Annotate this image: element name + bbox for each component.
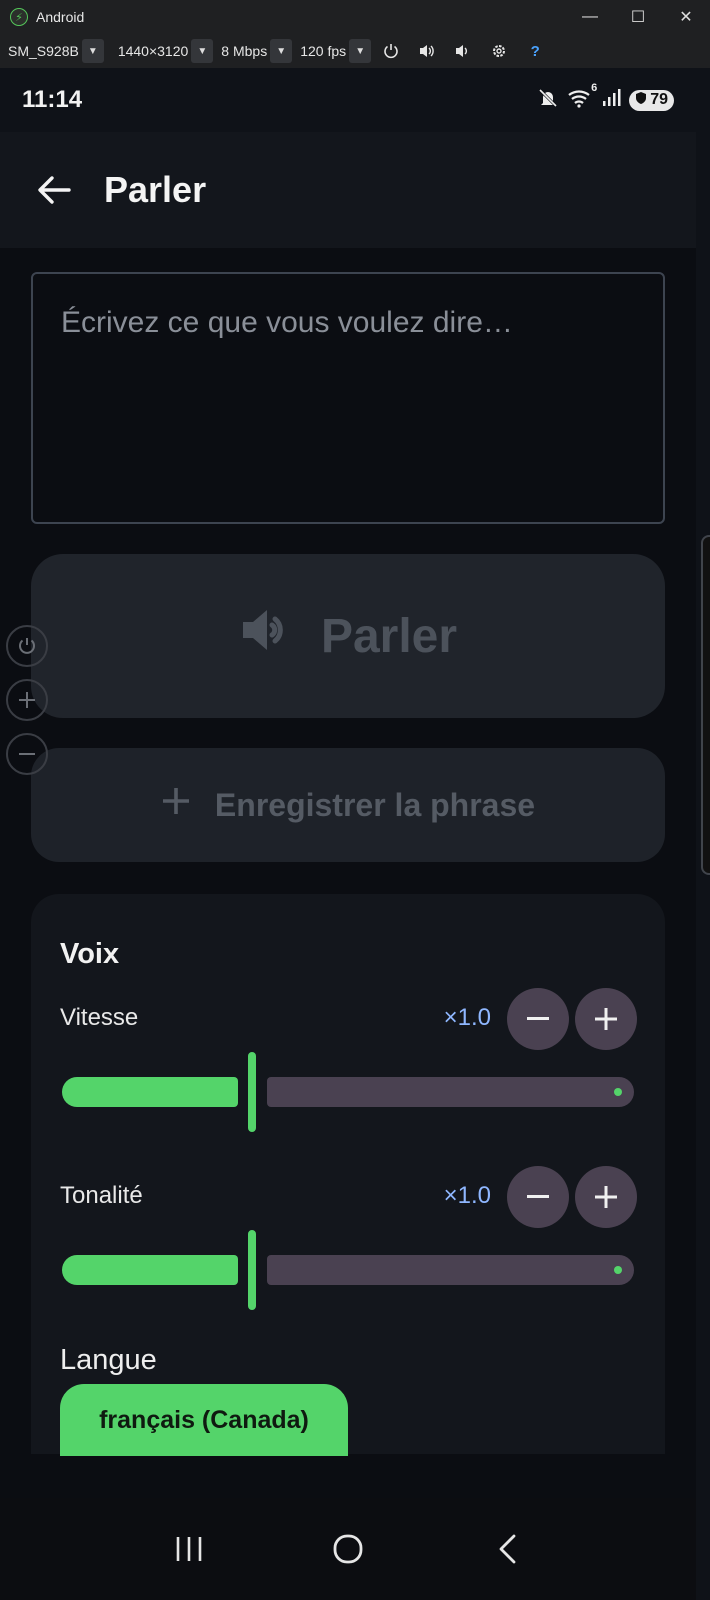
speed-increase-button[interactable] [575, 988, 637, 1050]
voice-settings-card: Voix Vitesse ×1.0 Tonalité ×1.0 Langue f… [31, 894, 665, 1456]
mirror-toolbar: SM_S928B ▼ 1440×3120 ▼ 8 Mbps ▼ 120 fps … [0, 34, 710, 68]
chevron-down-icon[interactable]: ▼ [191, 39, 214, 63]
page-title: Parler [104, 169, 207, 210]
pitch-value: ×1.0 [443, 1182, 491, 1209]
maximize-button[interactable]: ☐ [614, 0, 662, 34]
pitch-slider-fill [62, 1255, 238, 1285]
gear-icon[interactable] [483, 34, 515, 68]
pitch-slider-end-dot [614, 1266, 622, 1274]
fps-value: 120 fps [300, 43, 347, 59]
pitch-decrease-button[interactable] [507, 1166, 569, 1228]
language-chip-selected[interactable]: français (Canada) [60, 1384, 348, 1456]
status-time: 11:14 [22, 86, 83, 113]
system-back-icon[interactable] [477, 1519, 537, 1579]
edge-panel-handle[interactable] [701, 535, 710, 875]
save-phrase-label: Enregistrer la phrase [214, 786, 536, 823]
battery-badge: 79 [629, 89, 674, 111]
back-arrow-icon[interactable] [36, 172, 72, 208]
pitch-slider-thumb[interactable] [248, 1230, 256, 1310]
fps-select[interactable]: 120 fps ▼ [300, 39, 372, 63]
speaker-icon [239, 605, 295, 667]
chevron-down-icon[interactable]: ▼ [270, 39, 293, 63]
chevron-down-icon[interactable]: ▼ [349, 39, 372, 63]
language-label: Langue [60, 1344, 157, 1376]
phone-screen: 11:14 6 79 Parler Écrivez ce que vous vo… [0, 68, 710, 1600]
speed-slider-fill [62, 1077, 238, 1107]
mute-icon [537, 87, 559, 114]
plus-icon [161, 786, 191, 824]
zoom-out-icon[interactable] [6, 733, 48, 775]
speed-slider[interactable] [62, 1052, 634, 1132]
close-window-button[interactable]: ✕ [662, 0, 710, 34]
window-title-bar: ⚡ Android — ☐ ✕ [0, 0, 710, 34]
volume-down-icon[interactable] [447, 34, 479, 68]
recent-apps-icon[interactable] [159, 1519, 219, 1579]
window-title: Android [36, 9, 85, 25]
speed-label: Vitesse [60, 1004, 139, 1031]
speak-content: Parler Enregistrer la phrase Voix Vitess… [0, 248, 696, 1498]
app-bar: Parler [0, 132, 696, 248]
wifi-icon: 6 [567, 82, 597, 113]
pitch-increase-button[interactable] [575, 1166, 637, 1228]
battery-level: 79 [650, 91, 668, 108]
speed-slider-track[interactable] [267, 1077, 634, 1107]
shield-icon [635, 91, 647, 110]
power-icon[interactable] [6, 625, 48, 667]
help-icon[interactable]: ? [519, 34, 551, 68]
device-select[interactable]: SM_S928B ▼ [8, 39, 104, 63]
power-icon[interactable] [375, 34, 407, 68]
chevron-down-icon[interactable]: ▼ [81, 39, 104, 63]
mirror-side-controls [6, 625, 48, 775]
minimize-button[interactable]: — [566, 0, 614, 34]
status-bar: 11:14 6 79 [0, 68, 696, 132]
voice-heading: Voix [60, 938, 120, 970]
wifi-generation: 6 [591, 81, 598, 94]
zoom-in-icon[interactable] [6, 679, 48, 721]
bitrate-select[interactable]: 8 Mbps ▼ [221, 39, 293, 63]
phrase-input[interactable] [31, 272, 665, 524]
speed-decrease-button[interactable] [507, 988, 569, 1050]
speed-slider-thumb[interactable] [248, 1052, 256, 1132]
speak-button[interactable]: Parler [31, 554, 665, 718]
bitrate-value: 8 Mbps [221, 43, 268, 59]
app-logo-icon: ⚡ [10, 8, 28, 26]
speed-slider-end-dot [614, 1088, 622, 1096]
pitch-slider[interactable] [62, 1230, 634, 1310]
pitch-label: Tonalité [60, 1182, 143, 1209]
speed-value: ×1.0 [443, 1004, 491, 1031]
volume-up-icon[interactable] [411, 34, 443, 68]
system-nav-bar [0, 1498, 696, 1600]
signal-icon [601, 88, 621, 113]
resolution-select[interactable]: 1440×3120 ▼ [117, 39, 214, 63]
device-name: SM_S928B [8, 43, 79, 59]
speak-button-label: Parler [320, 609, 458, 663]
save-phrase-button[interactable]: Enregistrer la phrase [31, 748, 665, 862]
home-icon[interactable] [318, 1519, 378, 1579]
pitch-slider-track[interactable] [267, 1255, 634, 1285]
resolution-value: 1440×3120 [117, 43, 189, 59]
